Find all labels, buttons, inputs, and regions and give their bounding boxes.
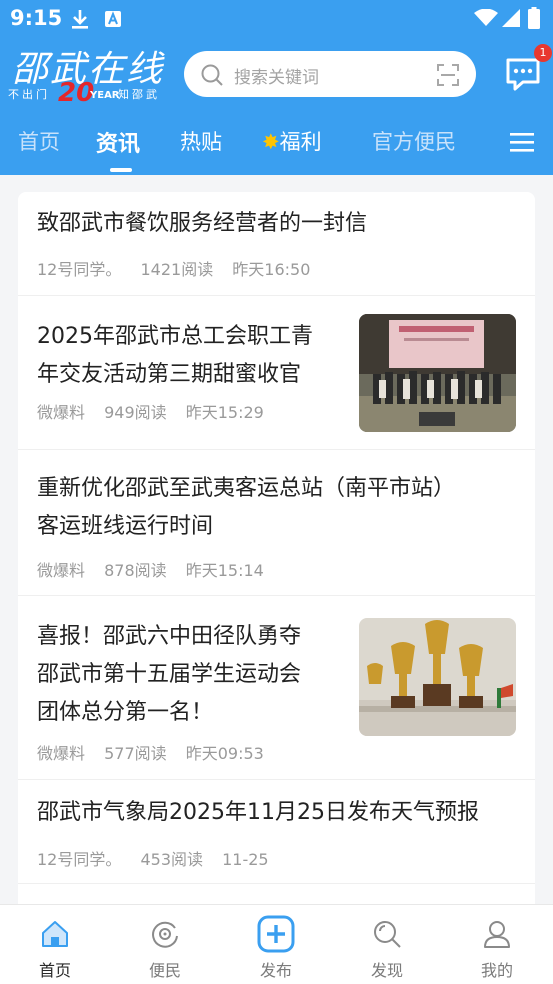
article-time: 11-25: [222, 850, 269, 869]
article-reads: 1421阅读: [140, 260, 214, 279]
article-reads: 949阅读: [104, 403, 167, 422]
search-placeholder[interactable]: 搜索关键词: [234, 63, 319, 88]
tab-news[interactable]: 资讯: [96, 126, 140, 158]
tab-home[interactable]: 首页: [18, 126, 60, 156]
article-author: 微爆料: [37, 561, 86, 580]
app-notify-icon: [105, 11, 121, 27]
article-meta: 12号同学。 1421阅读 昨天16:50: [37, 256, 324, 280]
category-tabs: 首页 资讯 热贴 ✸福利 官方便民: [0, 118, 553, 172]
article-time: 昨天16:50: [232, 260, 311, 279]
scan-icon[interactable]: [436, 63, 460, 87]
article-title: 邵武市气象局2025年11月25日发布天气预报: [37, 794, 479, 832]
article-title-line: 重新优化邵武至武夷客运总站（南平市站）: [37, 476, 456, 501]
nav-publish-label: 发布: [259, 961, 292, 980]
article-item[interactable]: 致邵武市餐饮服务经营者的一封信 12号同学。 1421阅读 昨天16:50: [18, 192, 535, 296]
discover-search-icon: [374, 921, 401, 948]
nav-discover[interactable]: 发现: [332, 905, 442, 984]
message-badge: 1: [534, 44, 552, 62]
publish-plus-icon: [257, 915, 295, 953]
article-list: 致邵武市餐饮服务经营者的一封信 12号同学。 1421阅读 昨天16:50 20…: [18, 192, 535, 904]
article-author: 12号同学。: [37, 850, 122, 869]
app-logo: 邵武在线 不出门 20 YEAR 知邵武: [8, 40, 168, 108]
article-title-line: 团体总分第一名！: [37, 700, 214, 725]
article-title-line: 致邵武市餐饮服务经营者的一封信: [37, 211, 368, 236]
article-title: 重新优化邵武至武夷客运总站（南平市站） 客运班线运行时间: [37, 470, 455, 546]
article-author: 微爆料: [37, 744, 86, 763]
article-item[interactable]: 喜报！邵武六中田径队勇夺 邵武市第十五届学生运动会 团体总分第一名！ 微爆料 5…: [18, 596, 535, 780]
article-item[interactable]: 重新优化邵武至武夷客运总站（南平市站） 客运班线运行时间 微爆料 878阅读 昨…: [18, 450, 535, 596]
nav-home[interactable]: 首页: [0, 905, 110, 984]
nav-profile[interactable]: 我的: [442, 905, 552, 984]
cellular-signal-icon: [502, 9, 520, 27]
article-item[interactable]: 2025年邵武市总工会职工青 年交友活动第三期甜蜜收官 微爆料 949阅读 昨天…: [18, 296, 535, 450]
article-title: 2025年邵武市总工会职工青 年交友活动第三期甜蜜收官: [37, 318, 313, 394]
battery-icon: [528, 7, 540, 29]
menu-icon[interactable]: [510, 131, 534, 153]
article-thumbnail-group-photo: [359, 314, 516, 432]
article-thumbnail-trophies: [359, 618, 516, 736]
nav-services-label: 便民: [148, 961, 181, 980]
article-reads: 577阅读: [104, 744, 167, 763]
article-time: 昨天15:29: [185, 403, 264, 422]
tab-official-services[interactable]: 官方便民: [372, 126, 456, 156]
article-author: 微爆料: [37, 403, 86, 422]
wifi-icon: [474, 9, 498, 26]
profile-icon: [484, 921, 510, 948]
services-icon: [152, 921, 178, 948]
article-title-line: 邵武市气象局2025年11月25日发布天气预报: [37, 800, 479, 825]
nav-profile-label: 我的: [480, 961, 513, 980]
article-meta: 微爆料 949阅读 昨天15:29: [37, 399, 278, 423]
nav-home-label: 首页: [38, 961, 71, 980]
article-meta: 微爆料 878阅读 昨天15:14: [37, 557, 278, 581]
star-icon: ✸: [262, 130, 280, 154]
search-icon: [201, 64, 223, 86]
article-meta: 微爆料 577阅读 昨天09:53: [37, 740, 278, 764]
search-bar[interactable]: 搜索关键词: [184, 51, 476, 97]
article-author: 12号同学。: [37, 260, 122, 279]
app-header: 9:15 邵武在线 不出门 20 YEAR 知邵武 搜索关键词 1 首页 资讯 …: [0, 0, 553, 175]
article-time: 昨天15:14: [185, 561, 264, 580]
tab-welfare-label: 福利: [279, 130, 322, 154]
logo-anniversary: 20: [58, 78, 95, 108]
bottom-navigation: 首页 便民 发布 发现 我的: [0, 904, 553, 984]
logo-slogan-left: 不出门: [8, 88, 50, 101]
article-title-line: 邵武市第十五届学生运动会: [37, 662, 302, 687]
article-reads: 453阅读: [140, 850, 204, 869]
status-time: 9:15: [10, 6, 63, 30]
article-meta: 12号同学。 453阅读 11-25: [37, 846, 283, 870]
nav-services[interactable]: 便民: [110, 905, 220, 984]
article-title-line: 喜报！邵武六中田径队勇夺: [37, 624, 302, 649]
article-title: 喜报！邵武六中田径队勇夺 邵武市第十五届学生运动会 团体总分第一名！: [37, 618, 301, 732]
home-icon: [42, 921, 68, 947]
logo-year: YEAR: [90, 90, 120, 101]
article-time: 昨天09:53: [185, 744, 264, 763]
download-icon: [72, 10, 88, 29]
nav-discover-label: 发现: [370, 961, 403, 980]
article-reads: 878阅读: [104, 561, 167, 580]
article-title-line: 客运班线运行时间: [37, 514, 214, 539]
article-title-line: 2025年邵武市总工会职工青: [37, 324, 313, 349]
article-item[interactable]: 邵武市气象局2025年11月25日发布天气预报 12号同学。 453阅读 11-…: [18, 780, 535, 884]
active-tab-indicator: [110, 168, 132, 172]
status-bar: 9:15: [0, 0, 553, 36]
article-title-line: 年交友活动第三期甜蜜收官: [37, 362, 302, 387]
article-title: 致邵武市餐饮服务经营者的一封信: [37, 205, 367, 243]
logo-slogan-right: 知邵武: [118, 88, 160, 101]
tab-welfare[interactable]: ✸福利: [262, 126, 322, 156]
tab-hot-posts[interactable]: 热贴: [180, 126, 222, 156]
nav-publish[interactable]: 发布: [221, 905, 331, 984]
